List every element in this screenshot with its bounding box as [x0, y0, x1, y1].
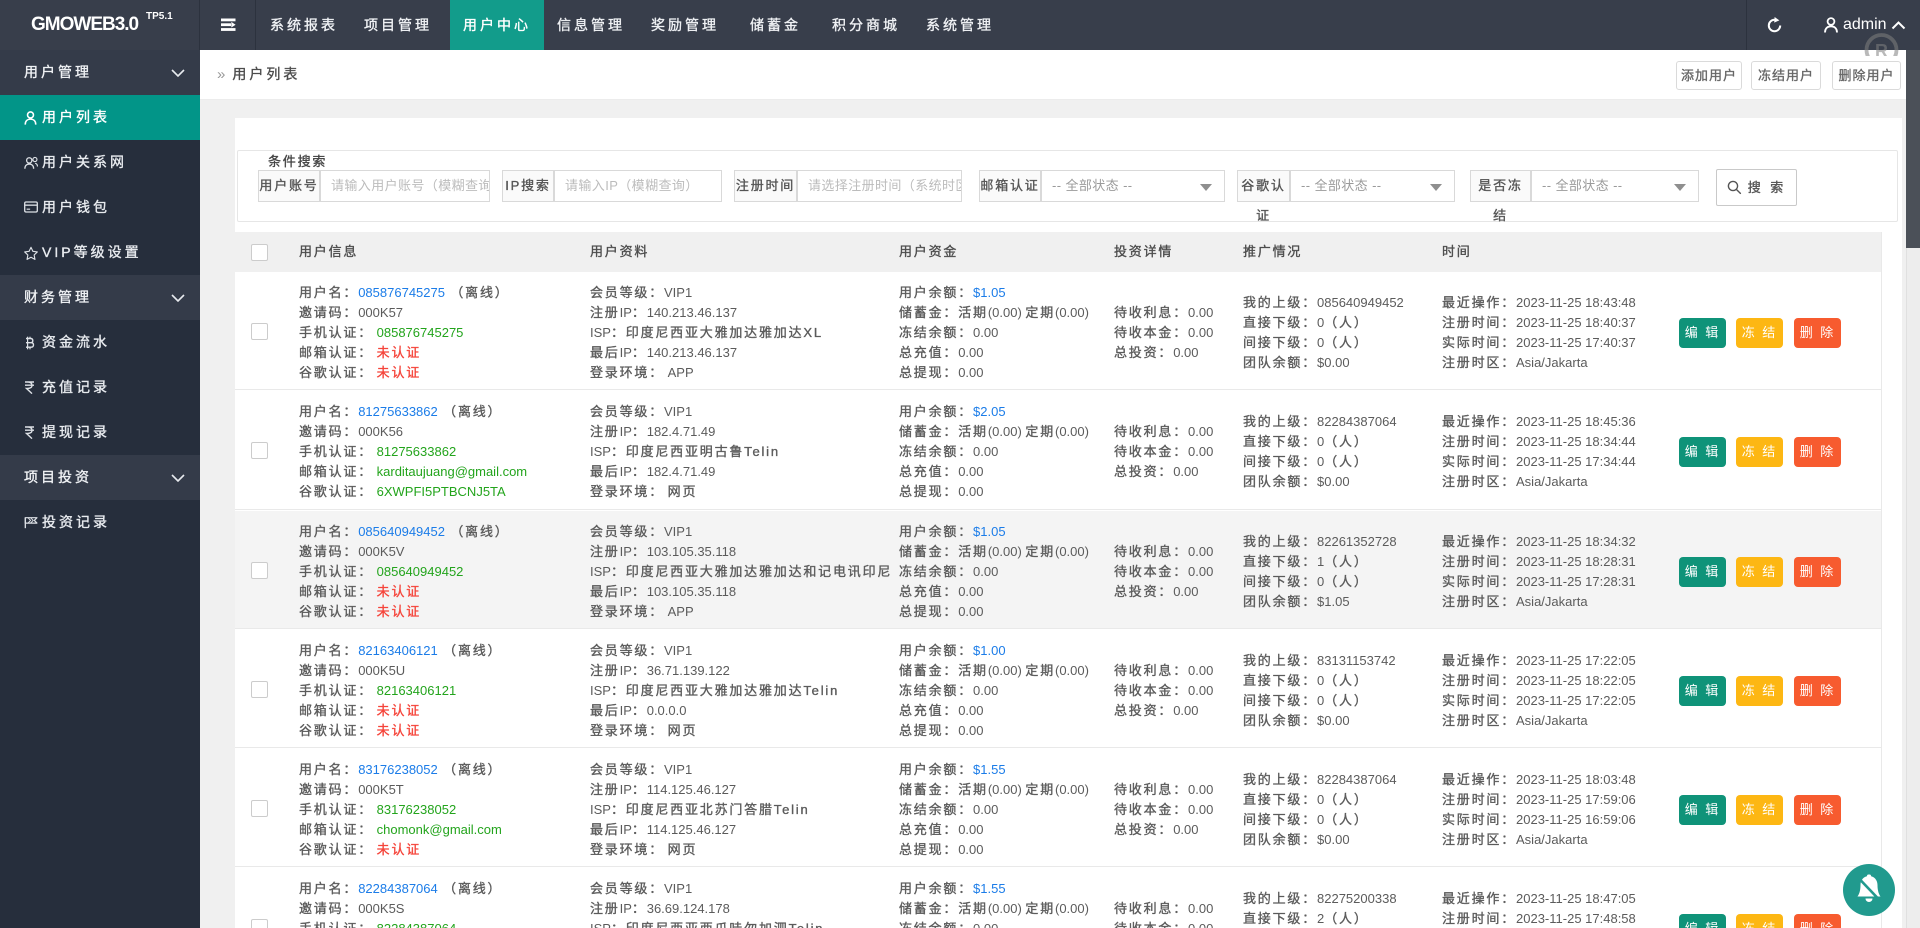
svg-text:R: R [1875, 41, 1888, 56]
